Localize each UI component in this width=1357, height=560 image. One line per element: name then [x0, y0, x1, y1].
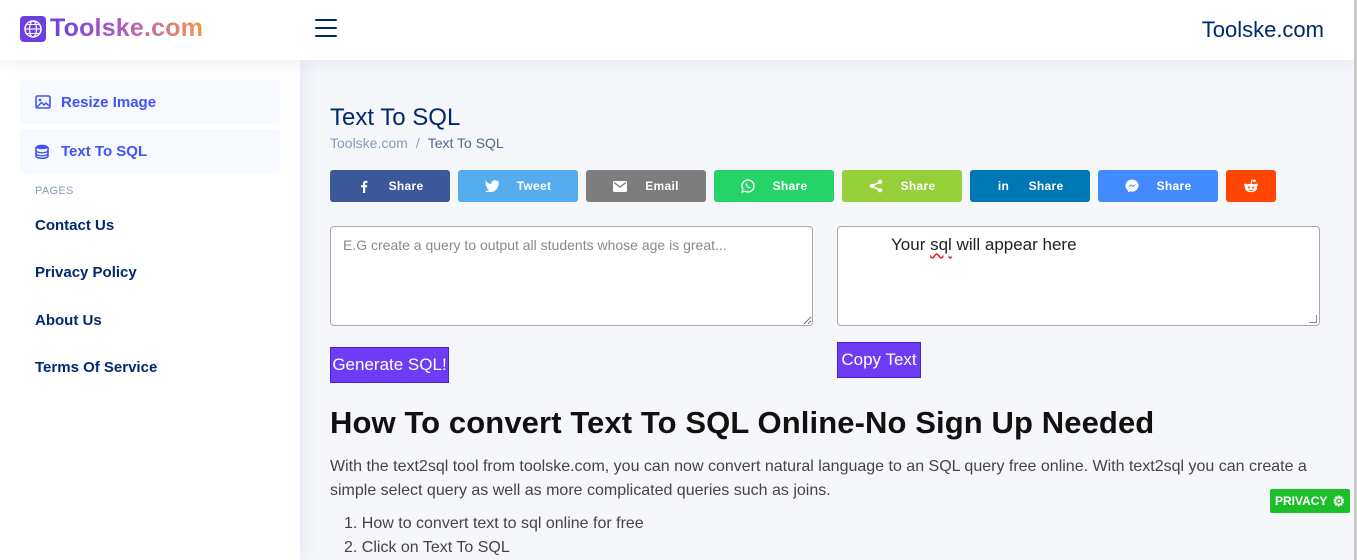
generate-sql-button[interactable]: Generate SQL! — [330, 347, 449, 383]
share-label: Email — [645, 179, 679, 193]
facebook-share-button[interactable]: Share — [330, 170, 450, 202]
steps-list: 1. How to convert text to sql online for… — [344, 512, 644, 560]
share-label: Share — [900, 179, 936, 193]
facebook-icon — [357, 179, 371, 193]
resize-grip-icon[interactable] — [1309, 315, 1317, 323]
gear-icon: ⚙ — [1332, 493, 1345, 509]
logo-text: Toolske.com — [50, 14, 204, 42]
image-icon — [35, 94, 51, 110]
article-heading: How To convert Text To SQL Online-No Sig… — [330, 405, 1155, 440]
linkedin-share-button[interactable]: in Share — [970, 170, 1090, 202]
globe-icon — [20, 15, 46, 42]
breadcrumb-current: Text To SQL — [427, 135, 504, 151]
sharethis-share-button[interactable]: Share — [842, 170, 962, 202]
breadcrumb-home[interactable]: Toolske.com — [330, 135, 408, 151]
messenger-share-button[interactable]: Share — [1098, 170, 1218, 202]
sidebar-section-heading: PAGES — [35, 185, 74, 197]
sql-output-box[interactable]: Your sql will appear here — [837, 226, 1320, 326]
whatsapp-icon — [740, 179, 755, 193]
list-item: 1. How to convert text to sql online for… — [344, 515, 644, 532]
sidebar-item-label: Text To SQL — [61, 142, 148, 160]
privacy-label: PRIVACY — [1274, 494, 1328, 508]
top-header: Toolske.com Toolske.com — [0, 0, 1357, 60]
share-label: Tweet — [516, 179, 552, 193]
share-label: Share — [1156, 179, 1192, 193]
breadcrumb-separator: / — [415, 135, 420, 151]
natural-language-input[interactable] — [330, 226, 813, 326]
site-logo[interactable]: Toolske.com — [20, 14, 203, 43]
sidebar-link-terms-of-service[interactable]: Terms Of Service — [35, 359, 157, 376]
list-item: 2. Click on Text To SQL — [344, 539, 510, 556]
share-label: Share — [772, 179, 808, 193]
reddit-share-button[interactable] — [1226, 170, 1276, 202]
whatsapp-share-button[interactable]: Share — [714, 170, 834, 202]
messenger-icon — [1125, 179, 1139, 193]
privacy-badge-button[interactable]: PRIVACY ⚙ — [1270, 489, 1350, 513]
linkedin-icon: in — [997, 179, 1010, 193]
sidebar-link-privacy-policy[interactable]: Privacy Policy — [35, 264, 137, 281]
page-title: Text To SQL — [330, 104, 461, 131]
sidebar: Resize Image Text To SQL PAGES Contact U… — [0, 60, 300, 560]
sidebar-link-about-us[interactable]: About Us — [35, 312, 102, 329]
reddit-icon — [1243, 178, 1259, 194]
sidebar-item-label: Resize Image — [61, 93, 157, 111]
copy-text-button[interactable]: Copy Text — [837, 342, 921, 378]
sidebar-item-resize-image[interactable]: Resize Image — [20, 80, 280, 124]
menu-toggle-icon[interactable] — [315, 19, 337, 39]
output-text-after: will appear here — [951, 235, 1077, 254]
article-paragraph: With the text2sql tool from toolske.com,… — [330, 458, 1307, 499]
share-label: Share — [388, 179, 424, 193]
email-share-button[interactable]: Email — [586, 170, 706, 202]
email-icon — [613, 179, 628, 193]
sidebar-link-contact-us[interactable]: Contact Us — [35, 217, 114, 234]
output-text-before: Your — [891, 235, 931, 254]
output-text-flagged: sql — [930, 235, 952, 254]
sharethis-icon — [869, 179, 883, 193]
database-icon — [35, 143, 51, 159]
breadcrumb: Toolske.com / Text To SQL — [330, 135, 504, 151]
sidebar-item-text-to-sql[interactable]: Text To SQL — [20, 129, 280, 173]
twitter-icon — [484, 179, 499, 193]
header-brand[interactable]: Toolske.com — [1202, 17, 1324, 43]
share-label: Share — [1028, 179, 1064, 193]
twitter-share-button[interactable]: Tweet — [458, 170, 578, 202]
